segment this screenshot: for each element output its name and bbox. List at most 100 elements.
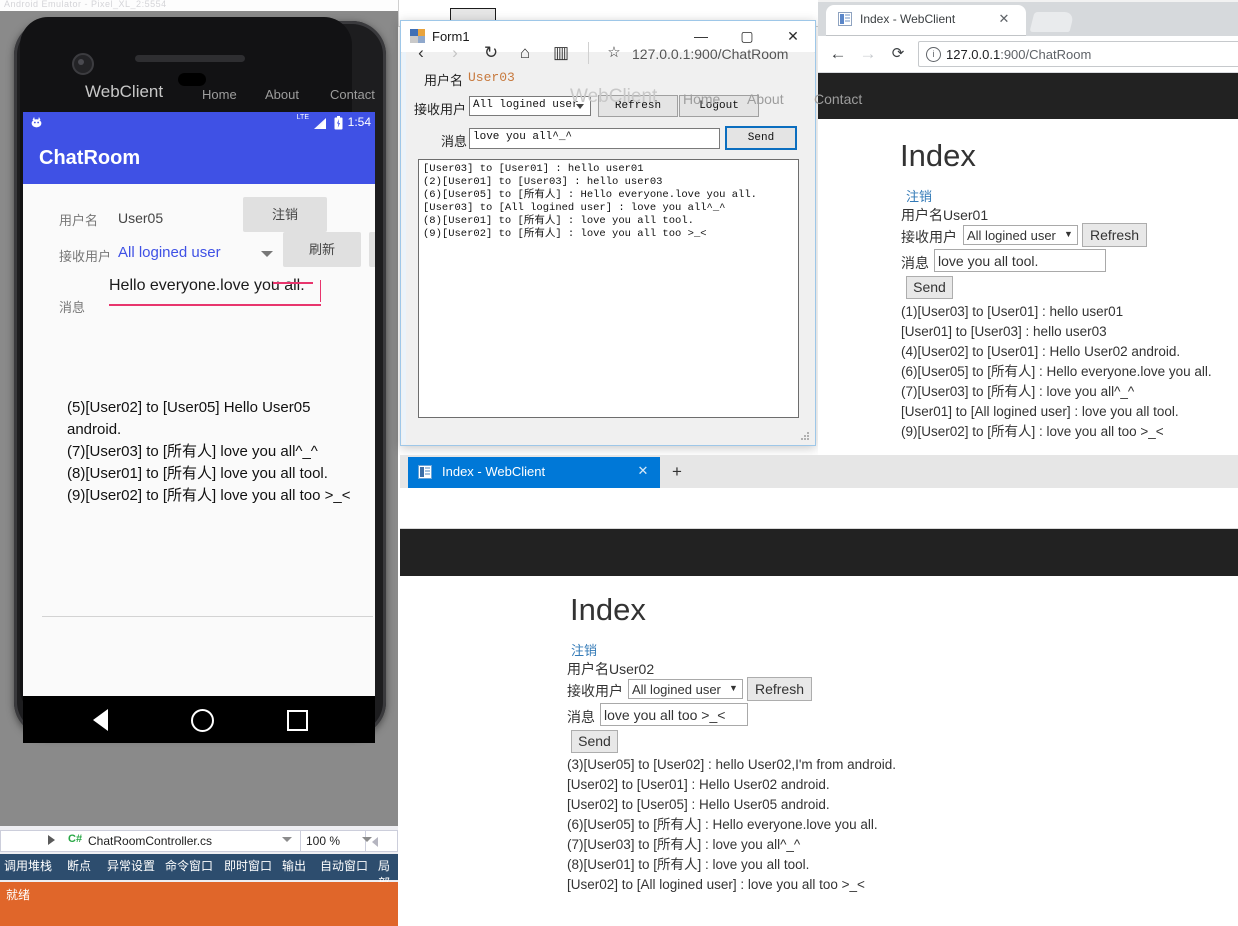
site-info-icon[interactable]: i: [926, 47, 941, 62]
form1-send-button[interactable]: Send: [725, 126, 797, 150]
site-nav-about[interactable]: About: [265, 87, 299, 102]
vs-tab-immediate[interactable]: 即时窗口: [224, 857, 272, 874]
site-nav-contact[interactable]: Contact: [814, 91, 862, 107]
android-message-label: 消息: [59, 300, 86, 315]
refresh-button[interactable]: Refresh: [747, 677, 812, 701]
form1-receiver-value: All logined user: [473, 99, 579, 111]
android-logout-button[interactable]: 注销: [243, 197, 327, 232]
chat-log: (1)[User03] to [User01] : hello user01 […: [901, 302, 1238, 442]
logout-link[interactable]: 注销: [906, 186, 932, 205]
form1-body: 用户名 User03 接收用户 All logined user Refresh…: [402, 52, 814, 444]
chevron-down-icon[interactable]: [282, 837, 292, 842]
page-title: Index: [900, 138, 976, 173]
site-nav-home[interactable]: Home: [202, 87, 237, 102]
visual-studio-panel: C# ChatRoomController.cs 100 % 调用堆栈 断点 异…: [0, 826, 398, 926]
android-navigation-bar: [23, 696, 375, 743]
reload-icon[interactable]: ↻: [478, 40, 504, 66]
favicon-icon: [418, 465, 432, 479]
back-icon[interactable]: [93, 709, 108, 731]
log-line: (9)[User02] to [所有人] : love you all too …: [423, 228, 707, 240]
vs-tab-output[interactable]: 输出: [282, 857, 306, 874]
forward-icon[interactable]: ›: [442, 40, 468, 66]
log-line: [User02] to [User05] : Hello User05 andr…: [567, 797, 830, 812]
android-receiver-spinner[interactable]: All logined user: [118, 244, 268, 261]
close-icon[interactable]: ✕: [996, 11, 1012, 27]
android-message-input[interactable]: Hello everyone.love you all.: [109, 277, 324, 295]
recent-apps-icon[interactable]: [287, 710, 308, 731]
receiver-select-value: All logined user: [632, 682, 721, 697]
site-brand[interactable]: WebClient: [570, 86, 657, 108]
log-line: [User01] to [User03] : hello user03: [901, 324, 1107, 339]
home-icon[interactable]: [191, 709, 214, 732]
android-refresh-button[interactable]: 刷新: [283, 232, 361, 267]
site-nav-contact[interactable]: Contact: [330, 87, 375, 102]
clock: 1:54: [347, 115, 371, 129]
vs-zoom-value: 100 %: [306, 834, 341, 848]
csharp-icon: C#: [68, 833, 83, 845]
site-nav-about[interactable]: About: [747, 91, 784, 107]
chevron-down-icon[interactable]: ▼: [729, 683, 738, 693]
home-icon[interactable]: ⌂: [512, 40, 538, 66]
vs-tab-command-window[interactable]: 命令窗口: [165, 857, 213, 874]
send-button[interactable]: Send: [906, 276, 953, 299]
chevron-down-icon[interactable]: ▼: [1064, 229, 1073, 239]
refresh-button[interactable]: Refresh: [1082, 223, 1147, 247]
list-item: android.: [67, 421, 122, 438]
vs-tab-exception[interactable]: 异常设置: [107, 857, 155, 874]
chrome-tab-title: Index - WebClient: [860, 12, 956, 26]
new-tab-button[interactable]: +: [668, 463, 686, 481]
edge-toolbar: [400, 488, 1238, 529]
android-receiver-label: 接收用户: [59, 249, 112, 264]
reading-view-icon[interactable]: ▥: [548, 40, 574, 66]
vs-tab-autos[interactable]: 自动窗口: [320, 857, 368, 874]
log-line: (7)[User03] to [所有人] : love you all^_^: [901, 384, 1135, 399]
address-bar-url[interactable]: 127.0.0.1:900/ChatRoom: [632, 46, 788, 62]
favorites-star-icon[interactable]: ☆: [602, 40, 626, 66]
vs-tab-breakpoints[interactable]: 断点: [67, 857, 91, 874]
resize-grip-icon[interactable]: [798, 429, 810, 441]
chat-log: (3)[User05] to [User02] : hello User02,I…: [567, 755, 967, 895]
back-icon[interactable]: ‹: [408, 40, 434, 66]
android-username-label: 用户名: [59, 213, 99, 228]
back-icon[interactable]: ←: [828, 44, 848, 64]
logout-link[interactable]: 注销: [571, 640, 597, 659]
form1-left-stripe: [402, 52, 406, 444]
phone-screen: LTE 1:54 ChatRoom 用户名 User05 注销 接收用户 All…: [23, 112, 375, 696]
form1-receiver-label: 接收用户: [414, 102, 467, 117]
android-username-value: User05: [118, 210, 164, 226]
chevron-down-icon[interactable]: [261, 251, 273, 257]
log-line: (1)[User03] to [User01] : hello user01: [901, 304, 1124, 319]
url-path: :900/ChatRoom: [1000, 47, 1092, 62]
play-arrow-icon[interactable]: [48, 835, 55, 845]
forward-icon[interactable]: →: [858, 44, 878, 64]
reload-icon[interactable]: ⟳: [888, 44, 908, 64]
list-item: (7)[User03] to [所有人] love you all^_^: [67, 443, 318, 460]
form1-message-value: love you all^_^: [473, 131, 573, 143]
chevron-down-icon[interactable]: [362, 837, 372, 842]
send-button[interactable]: Send: [571, 730, 618, 753]
android-status-bar: LTE 1:54: [23, 112, 375, 134]
site-navbar: [400, 529, 1238, 576]
text-caret: [320, 280, 321, 302]
site-brand[interactable]: WebClient: [85, 82, 163, 102]
form1-window: Form1 — ▢ ✕ 用户名 User03 接收用户 All logined …: [400, 20, 816, 446]
toolbar-divider: [588, 42, 589, 64]
new-tab-button[interactable]: [1029, 12, 1075, 32]
favicon-icon: [838, 12, 852, 26]
log-line: (2)[User01] to [User03] : hello user03: [423, 176, 663, 188]
battery-icon: [334, 116, 343, 130]
android-message-list: (5)[User02] to [User05] Hello User05 and…: [67, 397, 375, 507]
list-item: (9)[User02] to [所有人] love you all too >_…: [67, 487, 351, 504]
site-nav-home[interactable]: Home: [683, 91, 720, 107]
log-line: [User01] to [All logined user] : love yo…: [901, 404, 1179, 419]
scroll-left-icon[interactable]: [372, 837, 378, 847]
vs-tab-call-stack[interactable]: 调用堆栈: [4, 857, 52, 874]
log-line: (9)[User02] to [所有人] : love you all too …: [901, 424, 1164, 439]
vs-status-text: 就绪: [6, 888, 31, 902]
close-icon[interactable]: ✕: [635, 463, 651, 479]
vs-status-bar: [0, 882, 398, 926]
log-line: (6)[User05] to [所有人] : Hello everyone.lo…: [901, 364, 1212, 379]
form1-username-label: 用户名: [424, 73, 464, 88]
android-extra-button[interactable]: [369, 232, 375, 267]
form1-log-box[interactable]: [User03] to [User01] : hello user01 (2)[…: [418, 159, 799, 418]
